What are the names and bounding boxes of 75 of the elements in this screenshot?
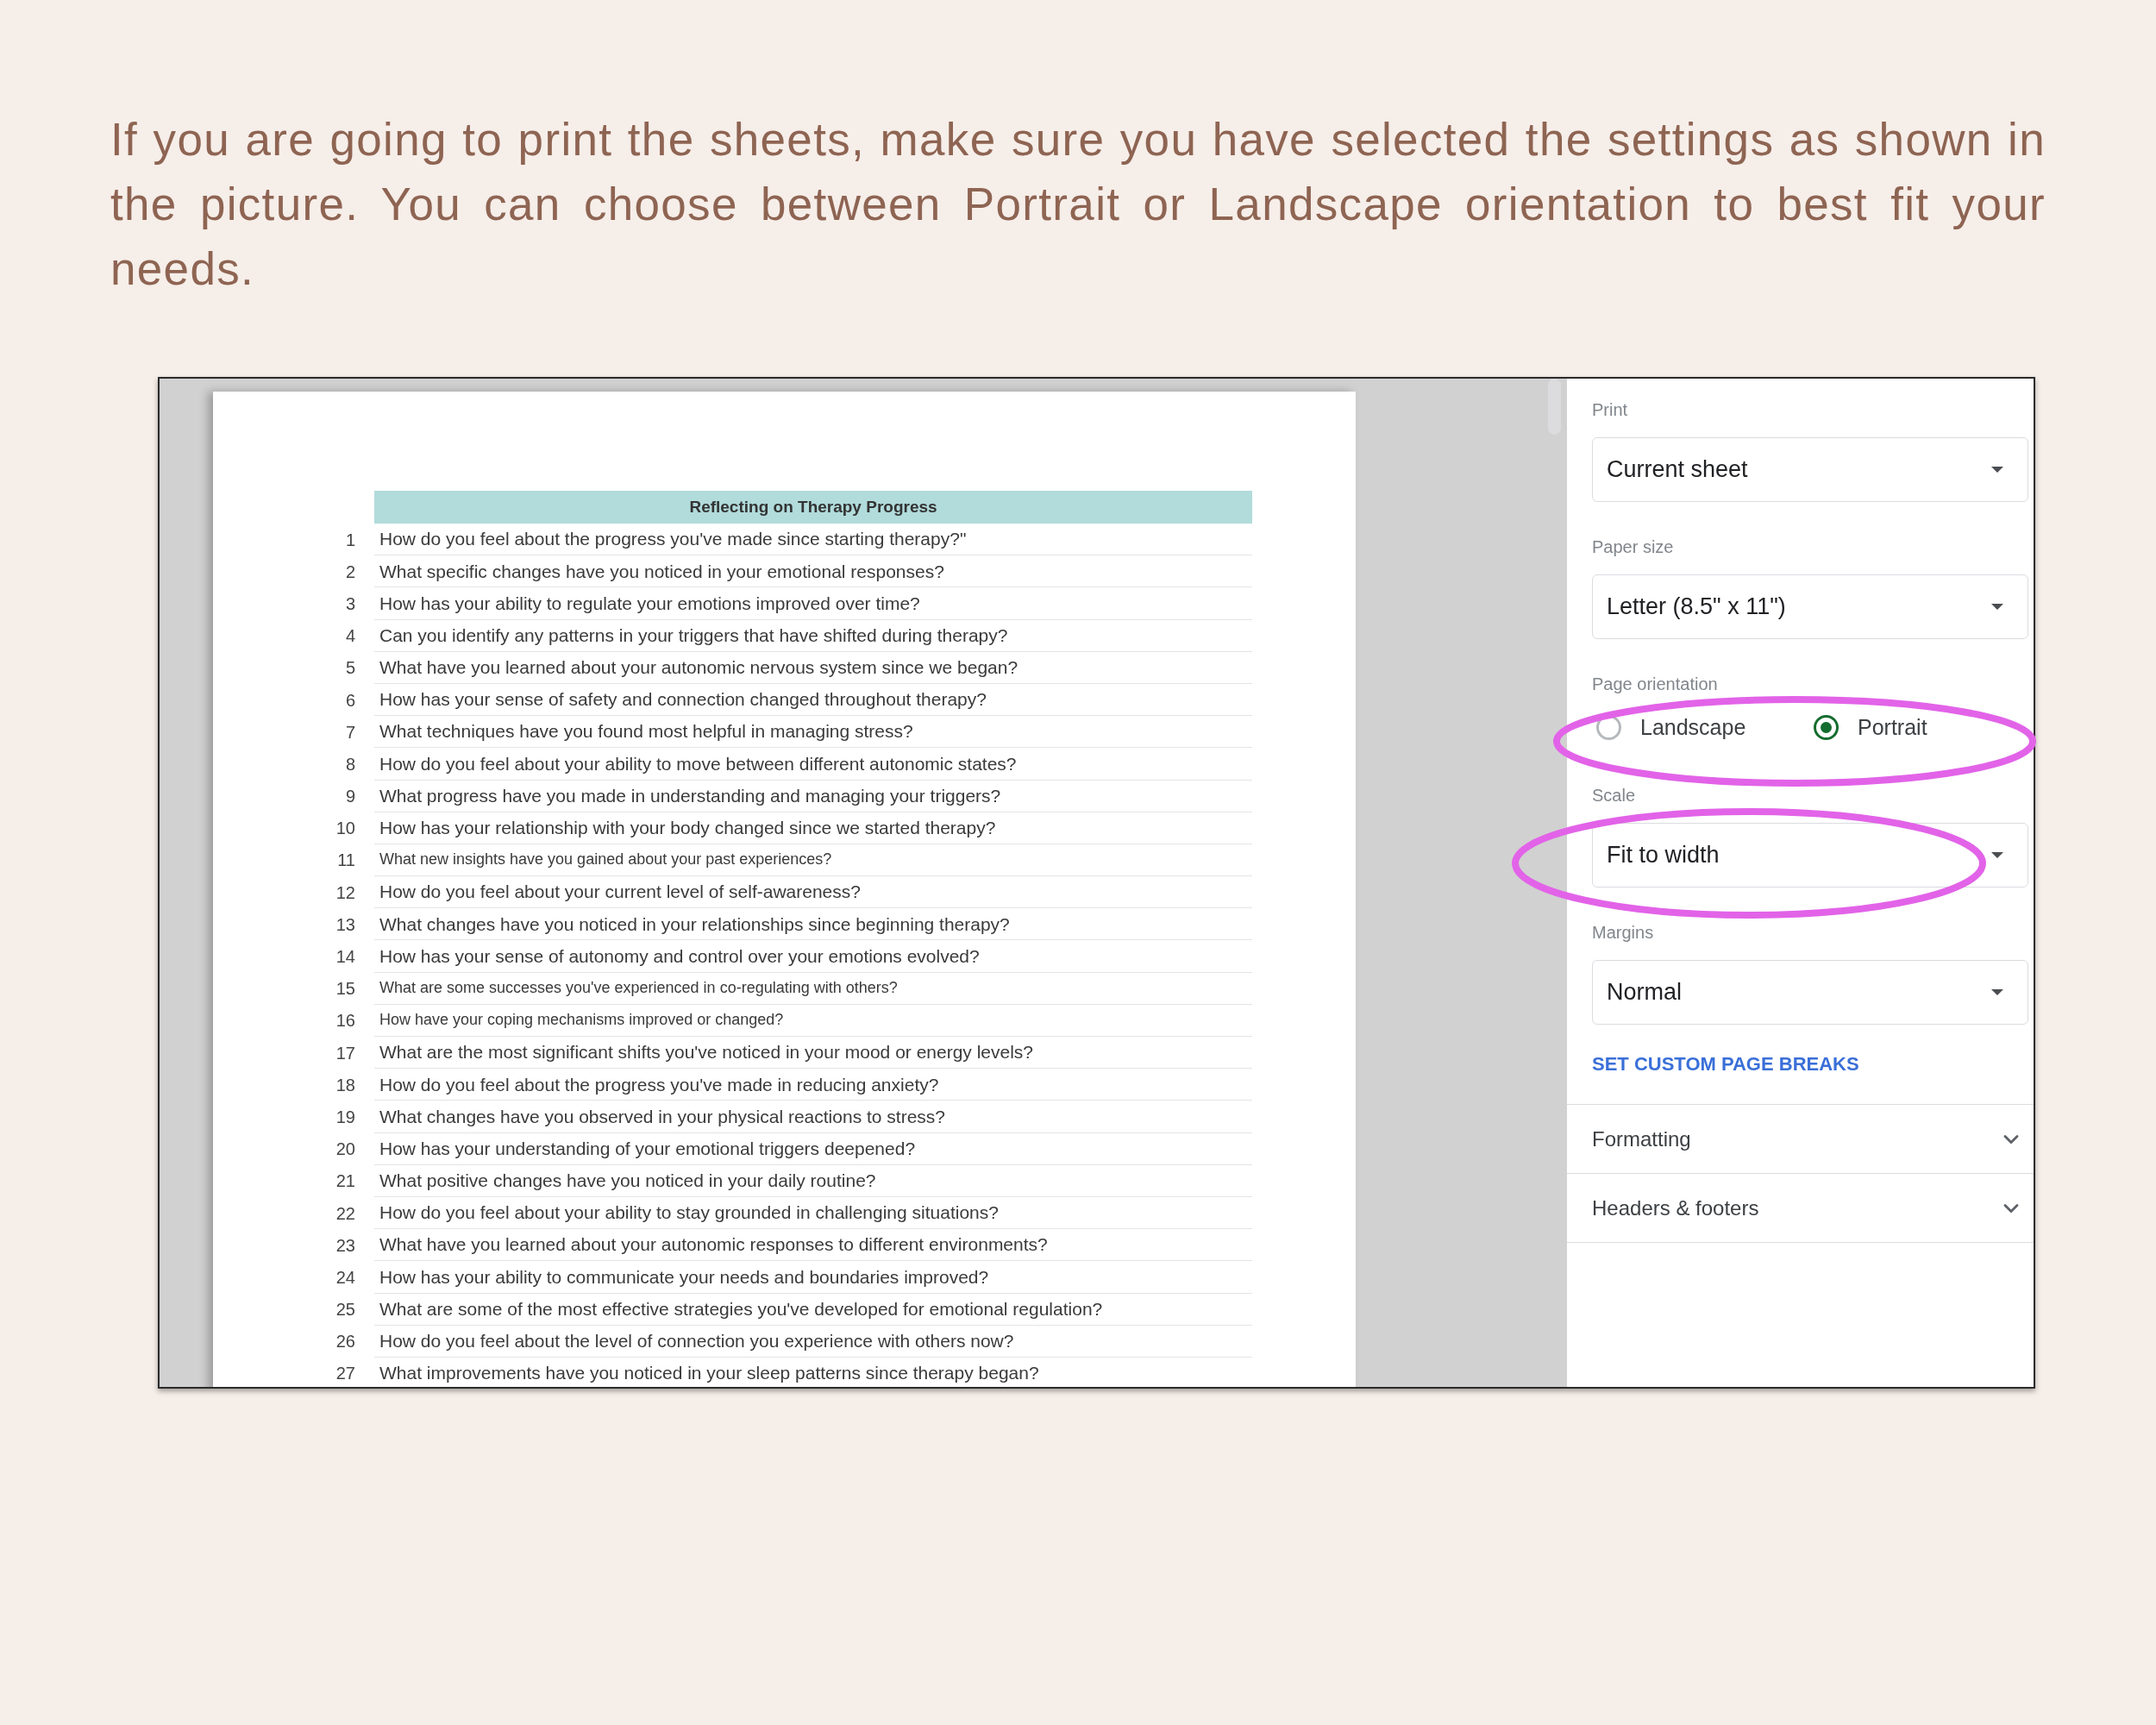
caret-icon xyxy=(1991,852,2003,858)
question-text: How has your ability to communicate your needs and boundaries improved? xyxy=(379,1265,989,1289)
dropdown-select[interactable]: Fit to width xyxy=(1592,823,2028,888)
field-label: Margins xyxy=(1592,922,1655,943)
field-label: Paper size xyxy=(1592,536,1675,557)
row-number: 15 xyxy=(335,978,355,1000)
field-label: Scale xyxy=(1592,785,1637,806)
question-text: How has your relationship with your body changed since we started therapy? xyxy=(379,817,996,840)
row-number: 17 xyxy=(335,1042,355,1064)
row-number: 24 xyxy=(335,1266,355,1289)
row-number: 3 xyxy=(344,593,355,615)
question-text: How do you feel about the progress you've made in reducing anxiety? xyxy=(379,1073,939,1096)
row-number: 10 xyxy=(335,818,355,840)
question-text: What techniques have you found most helpful in managing stress? xyxy=(379,720,913,743)
dropdown-select[interactable]: Current sheet xyxy=(1592,437,2028,502)
row-number: 26 xyxy=(335,1331,355,1353)
row-number: 19 xyxy=(335,1106,355,1128)
question-text: What are the most significant shifts you've noticed in your mood or energy levels? xyxy=(379,1041,1034,1064)
field-label: Print xyxy=(1592,399,1629,420)
question-text: How has your understanding of your emotional triggers deepened? xyxy=(379,1137,916,1160)
row-number: 6 xyxy=(344,689,355,712)
dropdown-select[interactable]: Letter (8.5" x 11") xyxy=(1592,574,2028,639)
row-number: 27 xyxy=(335,1363,355,1385)
question-text: How has your ability to regulate your emotions improved over time? xyxy=(379,592,920,615)
caret-icon xyxy=(1991,989,2003,995)
question-text: How do you feel about the progress you've made since starting therapy?" xyxy=(379,528,967,551)
row-number: 23 xyxy=(335,1234,355,1257)
question-text: What improvements have you noticed in your sleep patterns since therapy began? xyxy=(379,1362,1039,1385)
question-text: What specific changes have you noticed in your emotional responses? xyxy=(379,560,944,583)
question-text: What are some successes you've experienced in co-regulating with others? xyxy=(379,978,898,999)
question-text: How do you feel about your ability to stay grounded in challenging situations? xyxy=(379,1201,999,1225)
section-toggle[interactable]: Headers & footers xyxy=(1567,1174,2034,1243)
row-number: 1 xyxy=(344,529,355,551)
row-number: 2 xyxy=(344,561,355,583)
question-text: How do you feel about the level of connection you experience with others now? xyxy=(379,1330,1014,1353)
question-text: What are some of the most effective strategies you've developed for emotional regulation? xyxy=(379,1297,1103,1320)
question-text: How has your sense of autonomy and control over your emotions evolved? xyxy=(379,944,980,968)
row-number: 8 xyxy=(344,753,355,775)
question-text: How have your coping mechanisms improved or changed? xyxy=(379,1010,784,1031)
row-number: 9 xyxy=(344,786,355,808)
row-number: 14 xyxy=(335,946,355,969)
scrollbar-thumb[interactable] xyxy=(1548,379,1561,435)
radio-option[interactable]: Portrait xyxy=(1814,711,1927,744)
question-text: What have you learned about your autonomic nervous system since we began? xyxy=(379,656,1018,680)
question-text: What positive changes have you noticed in your daily routine? xyxy=(379,1170,876,1193)
section-toggle[interactable]: Formatting xyxy=(1567,1105,2034,1174)
row-number: 22 xyxy=(335,1202,355,1225)
question-text: How do you feel about your current level of self-awareness? xyxy=(379,881,861,904)
question-text: What progress have you made in understanding and managing your triggers? xyxy=(379,784,1001,807)
row-number: 11 xyxy=(336,850,355,872)
row-number: 13 xyxy=(335,913,355,936)
question-text: How has your sense of safety and connection changed throughout therapy? xyxy=(379,688,987,712)
row-number: 7 xyxy=(344,721,355,743)
question-text: What changes have you observed in your physical reactions to stress? xyxy=(379,1105,945,1128)
row-number: 20 xyxy=(335,1138,355,1161)
question-text: What changes have you noticed in your relationships since beginning therapy? xyxy=(379,913,1010,936)
caret-icon xyxy=(1991,604,2003,610)
row-number: 4 xyxy=(344,625,355,648)
question-text: What new insights have you gained about your past experiences? xyxy=(379,850,832,870)
question-text: Can you identify any patterns in your triggers that have shifted during therapy? xyxy=(379,624,1008,647)
field-label: Page orientation xyxy=(1592,674,1719,694)
row-number: 12 xyxy=(335,881,355,904)
row-number: 5 xyxy=(344,657,355,680)
radio-option[interactable]: Landscape xyxy=(1596,711,1809,744)
question-text: How do you feel about your ability to move between different autonomic states? xyxy=(379,752,1017,775)
row-number: 25 xyxy=(335,1299,355,1321)
dropdown-select[interactable]: Normal xyxy=(1592,960,2028,1025)
row-number: 16 xyxy=(335,1010,355,1032)
row-number: 21 xyxy=(335,1170,355,1193)
question-text: What have you learned about your autonomic responses to different environments? xyxy=(379,1233,1048,1257)
intro-text: If you are going to print the sheets, make sure you have selected the settings as shown in the picture. You can choose between Portrait or Landscape orientation to best fit your needs. xyxy=(110,113,2046,296)
caret-icon xyxy=(1991,467,2003,473)
page-breaks-link[interactable]: SET CUSTOM PAGE BREAKS xyxy=(1592,1053,1859,1076)
table-header: Reflecting on Therapy Progress xyxy=(374,491,1252,524)
row-number: 18 xyxy=(335,1074,355,1096)
